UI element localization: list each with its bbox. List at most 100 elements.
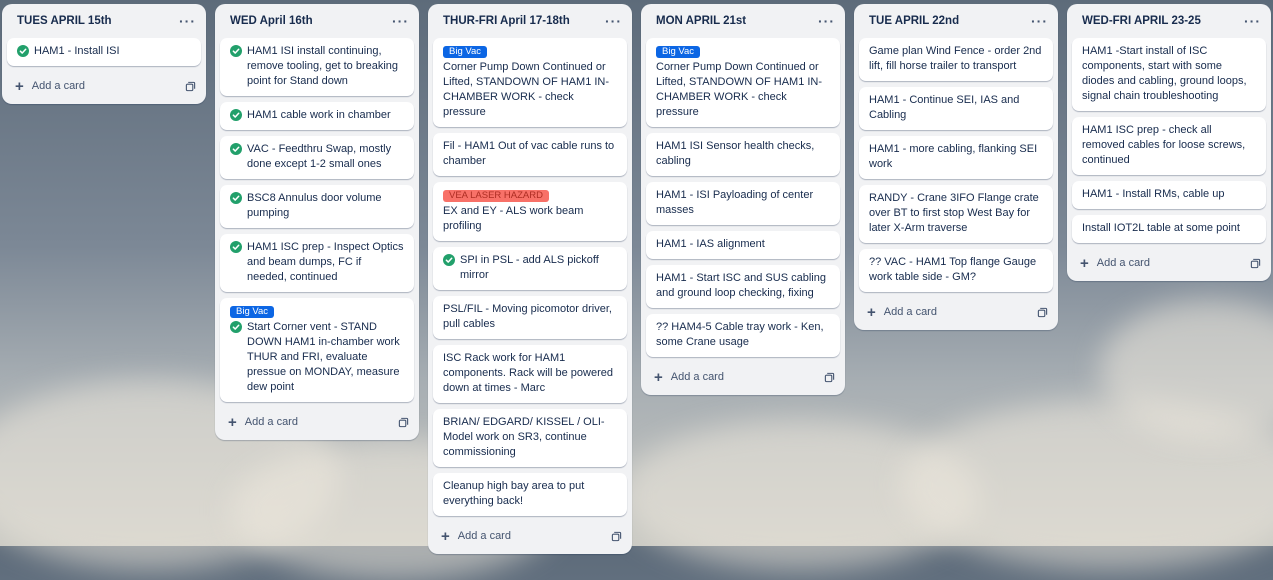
add-card-button[interactable]: + Add a card	[15, 78, 85, 95]
list-header: TUES APRIL 15th ···	[2, 4, 206, 38]
card[interactable]: HAM1 - IAS alignment	[646, 231, 840, 259]
card[interactable]: VEA LASER HAZARD EX and EY - ALS work bea…	[433, 182, 627, 241]
add-card-button[interactable]: + Add a card	[867, 304, 937, 321]
card-title: Corner Pump Down Continued or Lifted, ST…	[443, 61, 610, 118]
add-card-label: Add a card	[883, 306, 937, 318]
card[interactable]: HAM1 - Start ISC and SUS cabling and gro…	[646, 265, 840, 308]
add-card-row: + Add a card	[2, 72, 206, 100]
check-complete-icon[interactable]	[230, 192, 242, 204]
check-complete-icon[interactable]	[230, 109, 242, 121]
card[interactable]: HAM1 - more cabling, flanking SEI work	[859, 136, 1053, 179]
check-complete-icon[interactable]	[230, 241, 242, 253]
card-title: HAM1 -Start install of ISC components, s…	[1082, 45, 1247, 102]
card[interactable]: PSL/FIL - Moving picomotor driver, pull …	[433, 296, 627, 339]
add-card-row: + Add a card	[215, 408, 419, 436]
list-header: TUE APRIL 22nd ···	[854, 4, 1058, 38]
card-title: BRIAN/ EDGARD/ KISSEL / OLI- Model work …	[443, 416, 605, 458]
card-title: HAM1 ISC prep - Inspect Optics and beam …	[247, 241, 404, 283]
check-complete-icon[interactable]	[230, 143, 242, 155]
card-template-icon[interactable]	[611, 531, 622, 542]
card-title: RANDY - Crane 3IFO Flange crate over BT …	[869, 192, 1039, 234]
card-title: HAM1 ISI install continuing, remove tool…	[247, 45, 399, 87]
list-column: TUES APRIL 15th ··· HAM1 - Install ISI + Add…	[2, 4, 206, 104]
add-card-label: Add a card	[1096, 257, 1150, 269]
card-title: HAM1 - Install RMs, cable up	[1082, 188, 1225, 200]
check-complete-icon[interactable]	[230, 321, 242, 333]
card[interactable]: Game plan Wind Fence - order 2nd lift, f…	[859, 38, 1053, 81]
card[interactable]: BRIAN/ EDGARD/ KISSEL / OLI- Model work …	[433, 409, 627, 467]
card[interactable]: HAM1 ISC prep - Inspect Optics and beam …	[220, 234, 414, 292]
card[interactable]: ?? VAC - HAM1 Top flange Gauge work tabl…	[859, 249, 1053, 292]
card[interactable]: Big Vac Corner Pump Down Continued or Lif…	[646, 38, 840, 127]
list-title[interactable]: TUES APRIL 15th	[17, 15, 112, 27]
card[interactable]: HAM1 ISI Sensor health checks, cabling	[646, 133, 840, 176]
card-title: HAM1 ISI Sensor health checks, cabling	[656, 140, 815, 167]
card[interactable]: Install IOT2L table at some point	[1072, 215, 1266, 243]
add-card-label: Add a card	[457, 530, 511, 542]
check-complete-icon[interactable]	[17, 45, 29, 57]
list-menu-icon[interactable]: ···	[605, 13, 622, 29]
card-list: HAM1 -Start install of ISC components, s…	[1067, 38, 1271, 243]
card-list: Big Vac Corner Pump Down Continued or Lif…	[428, 38, 632, 516]
plus-icon: +	[15, 77, 24, 95]
list-title[interactable]: MON APRIL 21st	[656, 15, 746, 27]
list-menu-icon[interactable]: ···	[818, 13, 835, 29]
card[interactable]: HAM1 - Continue SEI, IAS and Cabling	[859, 87, 1053, 130]
list-header: THUR-FRI April 17-18th ···	[428, 4, 632, 38]
plus-icon: +	[654, 368, 663, 386]
card-template-icon[interactable]	[398, 417, 409, 428]
plus-icon: +	[867, 303, 876, 321]
card-title: Start Corner vent - STAND DOWN HAM1 in-c…	[247, 321, 400, 393]
card[interactable]: VAC - Feedthru Swap, mostly done except …	[220, 136, 414, 179]
card[interactable]: Fil - HAM1 Out of vac cable runs to cham…	[433, 133, 627, 176]
list-title[interactable]: WED April 16th	[230, 15, 313, 27]
list-menu-icon[interactable]: ···	[392, 13, 409, 29]
card-list: HAM1 - Install ISI	[2, 38, 206, 66]
list-column: WED-FRI APRIL 23-25 ··· HAM1 -Start instal…	[1067, 4, 1271, 281]
plus-icon: +	[1080, 254, 1089, 272]
card-template-icon[interactable]	[185, 81, 196, 92]
list-menu-icon[interactable]: ···	[179, 13, 196, 29]
list-column: THUR-FRI April 17-18th ··· Big Vac Corner P…	[428, 4, 632, 554]
plus-icon: +	[228, 413, 237, 431]
list-title[interactable]: WED-FRI APRIL 23-25	[1082, 15, 1201, 27]
card[interactable]: Big Vac Start Corner vent - STAND DOWN HA…	[220, 298, 414, 402]
card[interactable]: HAM1 ISI install continuing, remove tool…	[220, 38, 414, 96]
card-label: Big Vac	[230, 306, 275, 318]
card-title: HAM1 - IAS alignment	[656, 238, 765, 250]
list-title[interactable]: TUE APRIL 22nd	[869, 15, 959, 27]
card-title: Corner Pump Down Continued or Lifted, ST…	[656, 61, 823, 118]
card-template-icon[interactable]	[824, 372, 835, 383]
card[interactable]: HAM1 -Start install of ISC components, s…	[1072, 38, 1266, 111]
list-column: MON APRIL 21st ··· Big Vac Corner Pump Down…	[641, 4, 845, 395]
card[interactable]: RANDY - Crane 3IFO Flange crate over BT …	[859, 185, 1053, 243]
card[interactable]: HAM1 ISC prep - check all removed cables…	[1072, 117, 1266, 175]
add-card-row: + Add a card	[854, 298, 1058, 326]
card[interactable]: ?? HAM4-5 Cable tray work - Ken, some Cr…	[646, 314, 840, 357]
card[interactable]: HAM1 - ISI Payloading of center masses	[646, 182, 840, 225]
card-title: Game plan Wind Fence - order 2nd lift, f…	[869, 45, 1042, 72]
add-card-button[interactable]: + Add a card	[1080, 255, 1150, 272]
card-title: HAM1 cable work in chamber	[247, 109, 391, 121]
card-template-icon[interactable]	[1037, 307, 1048, 318]
list-menu-icon[interactable]: ···	[1244, 13, 1261, 29]
card[interactable]: SPI in PSL - add ALS pickoff mirror	[433, 247, 627, 290]
card-template-icon[interactable]	[1250, 258, 1261, 269]
card[interactable]: Cleanup high bay area to put everything …	[433, 473, 627, 516]
add-card-button[interactable]: + Add a card	[654, 369, 724, 386]
card-title: ?? VAC - HAM1 Top flange Gauge work tabl…	[869, 256, 1037, 283]
list-menu-icon[interactable]: ···	[1031, 13, 1048, 29]
card[interactable]: BSC8 Annulus door volume pumping	[220, 185, 414, 228]
card[interactable]: ISC Rack work for HAM1 components. Rack …	[433, 345, 627, 403]
add-card-row: + Add a card	[1067, 249, 1271, 277]
check-complete-icon[interactable]	[230, 45, 242, 57]
add-card-button[interactable]: + Add a card	[228, 414, 298, 431]
list-title[interactable]: THUR-FRI April 17-18th	[443, 15, 570, 27]
check-complete-icon[interactable]	[443, 254, 455, 266]
card[interactable]: HAM1 - Install ISI	[7, 38, 201, 66]
card[interactable]: HAM1 - Install RMs, cable up	[1072, 181, 1266, 209]
plus-icon: +	[441, 527, 450, 545]
add-card-button[interactable]: + Add a card	[441, 528, 511, 545]
card[interactable]: HAM1 cable work in chamber	[220, 102, 414, 130]
card[interactable]: Big Vac Corner Pump Down Continued or Lif…	[433, 38, 627, 127]
